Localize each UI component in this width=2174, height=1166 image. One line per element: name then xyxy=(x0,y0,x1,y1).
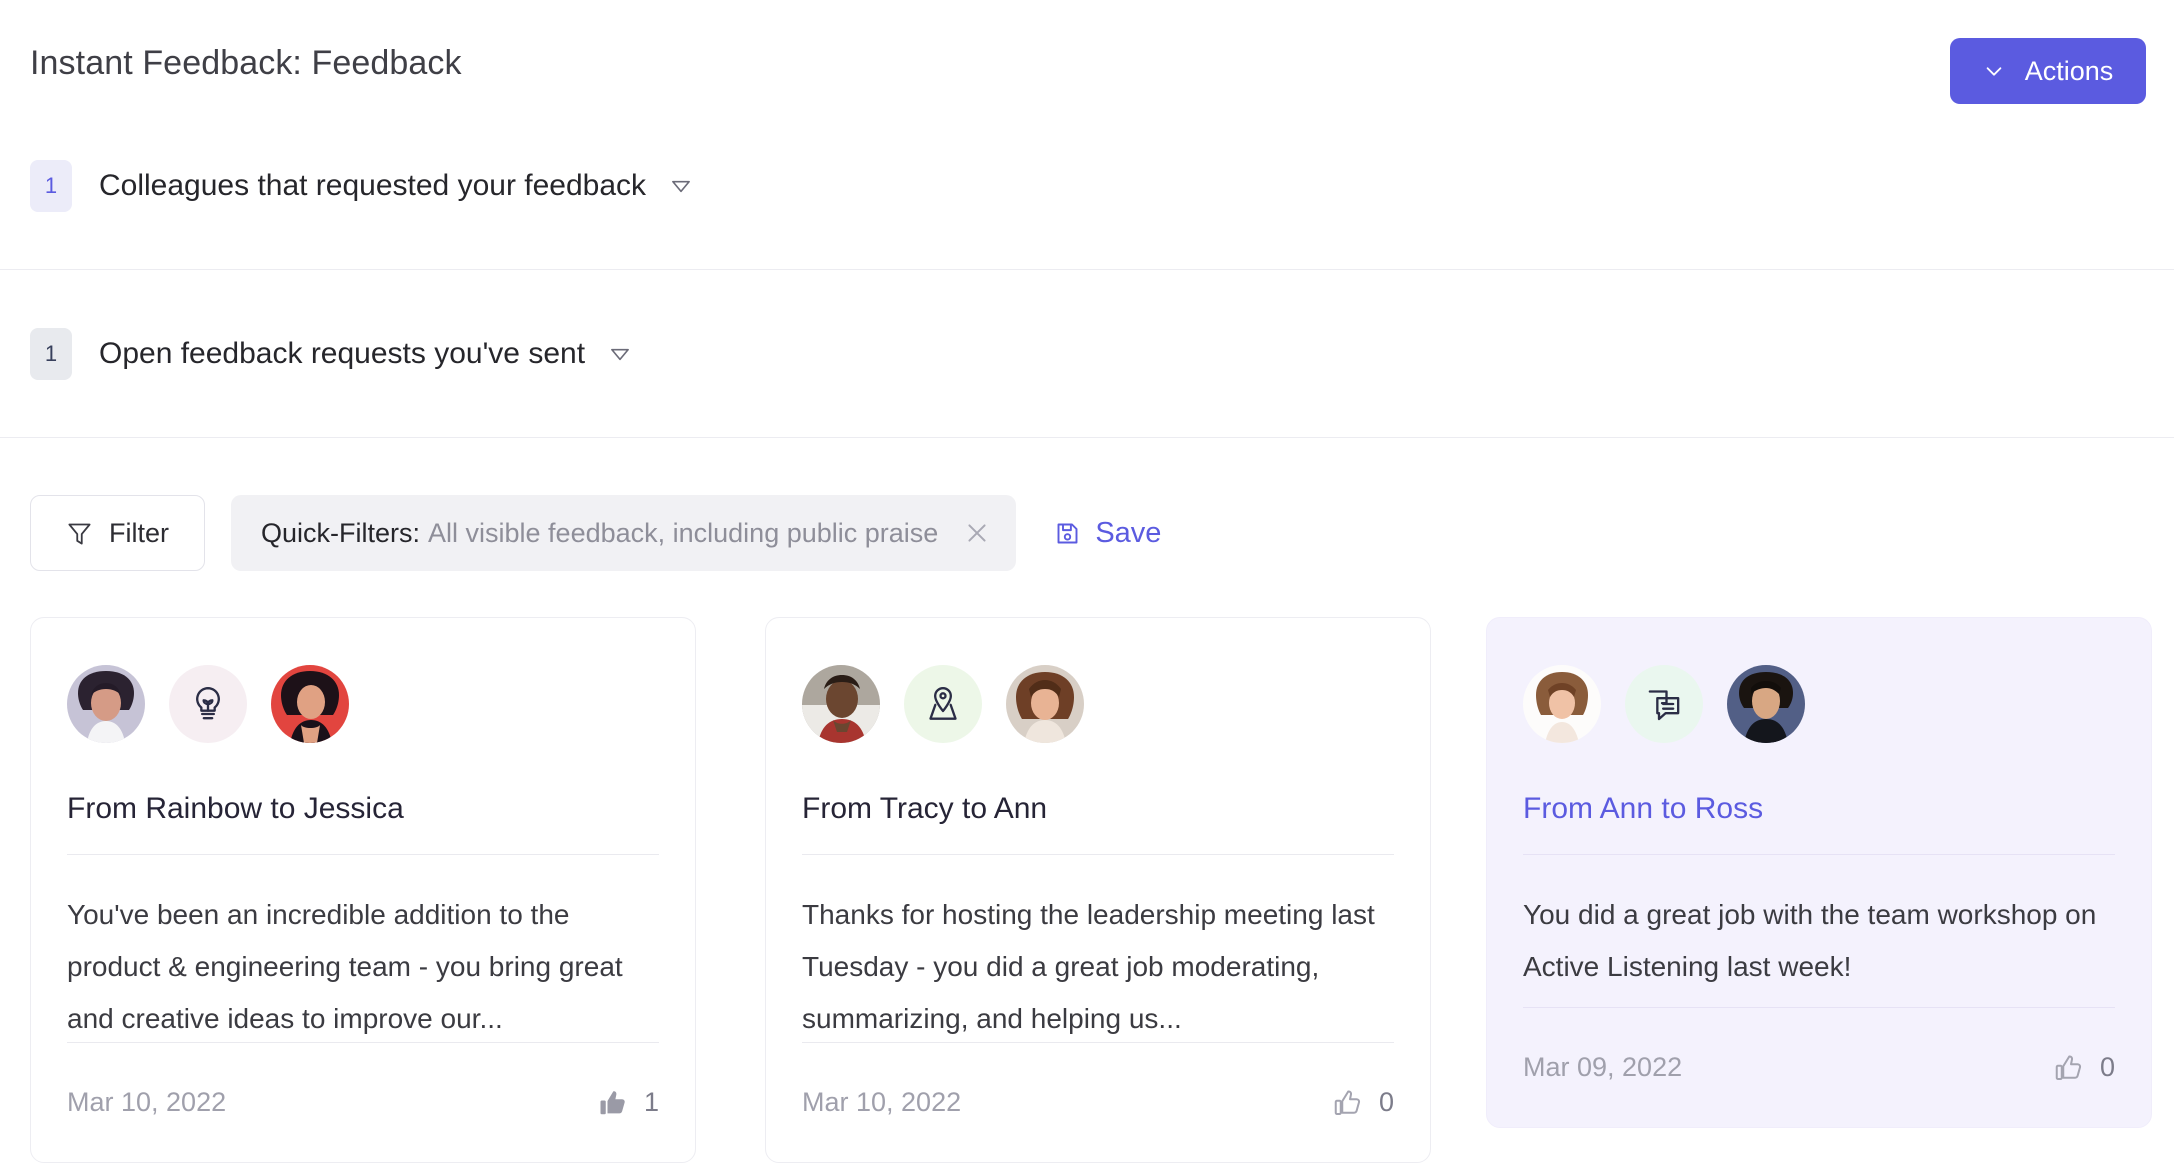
chat-bubbles-icon xyxy=(1644,684,1684,724)
thumbs-up-outline-icon[interactable] xyxy=(2054,1053,2084,1083)
instant-feedback-page: Instant Feedback: Feedback Actions 1 Col… xyxy=(0,0,2174,1166)
card-body-text: Thanks for hosting the leadership meetin… xyxy=(802,899,1375,1034)
actions-button-label: Actions xyxy=(2024,55,2114,86)
close-icon[interactable] xyxy=(952,520,990,546)
section-colleagues-requested[interactable]: 1 Colleagues that requested your feedbac… xyxy=(0,102,2174,270)
lightbulb-icon xyxy=(188,684,228,724)
like-control[interactable]: 1 xyxy=(598,1087,659,1118)
chevron-down-icon[interactable] xyxy=(646,173,694,199)
card-footer: Mar 09, 2022 0 xyxy=(1523,1007,2115,1127)
quick-filters-pill[interactable]: Quick-Filters: All visible feedback, inc… xyxy=(231,495,1017,571)
section-count-badge: 1 xyxy=(30,159,72,212)
avatar-to xyxy=(1727,665,1805,743)
feedback-card[interactable]: From Tracy to Ann Thanks for hosting the… xyxy=(765,617,1431,1163)
card-body-text: You did a great job with the team worksh… xyxy=(1523,899,2097,982)
feedback-type-badge xyxy=(1625,665,1703,743)
filter-button[interactable]: Filter xyxy=(30,495,205,571)
filter-button-label: Filter xyxy=(109,517,169,548)
feedback-card[interactable]: From Rainbow to Jessica You've been an i… xyxy=(30,617,696,1163)
quick-filters-value: All visible feedback, including public p… xyxy=(428,517,939,548)
card-avatars xyxy=(67,660,659,748)
map-pin-icon xyxy=(923,684,963,724)
card-divider xyxy=(802,854,1394,855)
quick-filters-label: Quick-Filters: xyxy=(261,517,421,548)
thumbs-up-filled-icon[interactable] xyxy=(598,1088,628,1118)
card-title: From Ann to Ross xyxy=(1523,792,1764,825)
filter-toolbar: Filter Quick-Filters: All visible feedba… xyxy=(30,495,1161,571)
like-control[interactable]: 0 xyxy=(2054,1052,2115,1083)
chevron-down-icon[interactable] xyxy=(585,341,633,367)
card-title: From Rainbow to Jessica xyxy=(67,792,404,825)
card-avatars xyxy=(1523,660,2115,748)
thumbs-up-outline-icon[interactable] xyxy=(1333,1088,1363,1118)
card-date: Mar 10, 2022 xyxy=(802,1087,962,1117)
avatar-to xyxy=(1006,665,1084,743)
card-date: Mar 10, 2022 xyxy=(67,1087,227,1117)
card-date: Mar 09, 2022 xyxy=(1523,1052,1683,1082)
page-title: Instant Feedback: Feedback xyxy=(30,44,462,82)
feedback-type-badge xyxy=(904,665,982,743)
funnel-icon xyxy=(66,520,93,547)
actions-button[interactable]: Actions xyxy=(1950,38,2146,104)
save-disk-icon xyxy=(1054,520,1081,547)
card-divider xyxy=(67,854,659,855)
section-title: Open feedback requests you've sent xyxy=(99,336,586,370)
card-title: From Tracy to Ann xyxy=(802,792,1048,825)
save-filter-button[interactable]: Save xyxy=(1054,517,1161,550)
section-open-requests-sent[interactable]: 1 Open feedback requests you've sent xyxy=(0,270,2174,438)
card-avatars xyxy=(802,660,1394,748)
section-count-badge: 1 xyxy=(30,327,72,380)
avatar-from xyxy=(802,665,880,743)
like-count: 1 xyxy=(643,1087,659,1117)
feedback-card[interactable]: From Ann to Ross You did a great job wit… xyxy=(1486,617,2152,1128)
section-title: Colleagues that requested your feedback xyxy=(99,168,647,202)
card-divider xyxy=(1523,854,2115,855)
feedback-type-badge xyxy=(169,665,247,743)
like-control[interactable]: 0 xyxy=(1333,1087,1394,1118)
save-label: Save xyxy=(1095,516,1162,549)
avatar-to xyxy=(271,665,349,743)
like-count: 0 xyxy=(2099,1052,2115,1082)
avatar-from xyxy=(1523,665,1601,743)
card-footer: Mar 10, 2022 0 xyxy=(802,1042,1394,1162)
card-body-text: You've been an incredible addition to th… xyxy=(67,899,623,1034)
like-count: 0 xyxy=(1378,1087,1394,1117)
avatar-from xyxy=(67,665,145,743)
card-footer: Mar 10, 2022 1 xyxy=(67,1042,659,1162)
chevron-down-icon xyxy=(1983,60,2005,82)
